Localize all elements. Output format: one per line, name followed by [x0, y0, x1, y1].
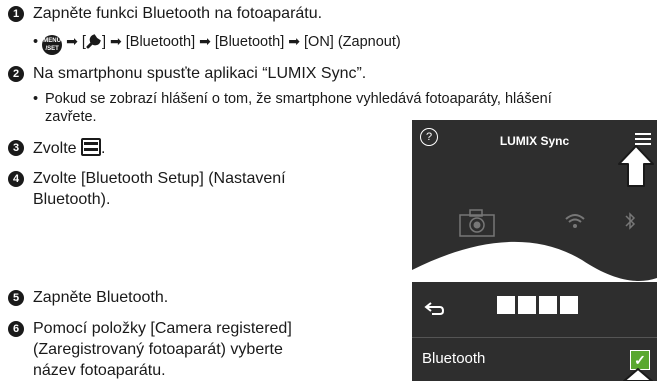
- app-screenshot-home: ? LUMIX Sync: [412, 120, 657, 294]
- step-text-line: (Zaregistrovaný fotoaparát) vyberte: [33, 341, 283, 358]
- checkbox-icon[interactable]: ✓: [630, 350, 650, 370]
- step-substep: • MENU/SET ➡ [] ➡ [Bluetooth] ➡ [Bluetoo…: [33, 32, 401, 55]
- arrow-icon: ➡: [199, 33, 211, 49]
- step-text-line: název fotoaparátu.: [33, 362, 166, 379]
- bluetooth-label: Bluetooth: [422, 350, 486, 367]
- step-number: 6: [8, 321, 24, 337]
- arrow-up-icon: [618, 145, 654, 187]
- step-number: 3: [8, 140, 24, 156]
- masked-title: [497, 296, 578, 318]
- arrow-icon: ➡: [110, 33, 122, 49]
- step-text: Zapněte funkci Bluetooth na fotoaparátu.: [33, 5, 323, 22]
- step-text: Zapněte Bluetooth.: [33, 289, 169, 306]
- step-number: 4: [8, 171, 24, 187]
- step-text-line: Zvolte [Bluetooth Setup] (Nastavení: [33, 170, 286, 187]
- step-text: Zvolte .: [33, 138, 106, 157]
- camera-icon[interactable]: [458, 208, 496, 238]
- app-screenshot-bluetooth: Bluetooth ✓: [412, 282, 657, 381]
- step-text-line: Bluetooth).: [33, 191, 111, 208]
- arrow-icon: ➡: [66, 33, 78, 49]
- step-substep-line: Pokud se zobrazí hlášení o tom, že smart…: [45, 91, 552, 107]
- step-number: 5: [8, 290, 24, 306]
- step-substep-bullet: •: [33, 91, 39, 107]
- step-number: 2: [8, 66, 24, 82]
- step-number: 1: [8, 6, 24, 22]
- wrench-icon: [86, 34, 101, 49]
- step-text: Na smartphonu spusťte aplikaci “LUMIX Sy…: [33, 65, 367, 82]
- arrow-up-icon: [623, 368, 653, 381]
- step-substep-line: zavřete.: [45, 109, 97, 125]
- hamburger-icon: [81, 138, 102, 156]
- menu-set-icon: MENU/SET: [42, 35, 63, 55]
- wifi-icon: [565, 214, 585, 228]
- back-icon[interactable]: [424, 302, 444, 316]
- step-text-line: Pomocí položky [Camera registered]: [33, 320, 292, 337]
- bluetooth-icon: [625, 212, 636, 230]
- arrow-icon: ➡: [288, 33, 300, 49]
